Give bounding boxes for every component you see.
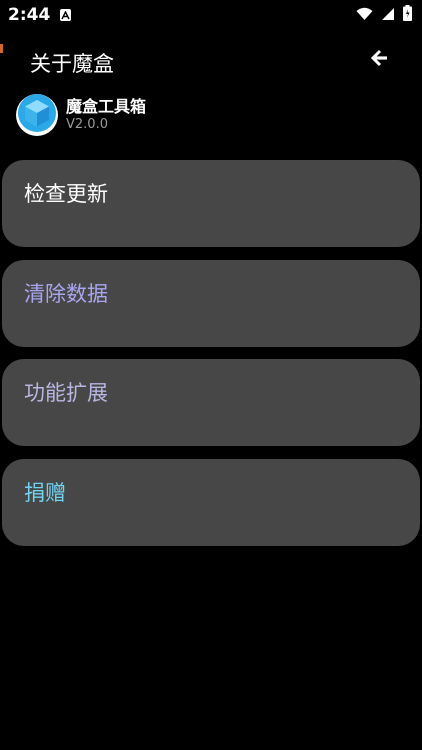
menu-item-label: 捐赠 — [24, 481, 66, 505]
signal-icon — [381, 6, 395, 25]
back-button[interactable] — [368, 48, 392, 72]
page-title: 关于魔盒 — [30, 52, 114, 76]
app-info: 魔盒工具箱 V2.0.0 — [16, 94, 146, 136]
app-name: 魔盒工具箱 — [66, 97, 147, 116]
status-right — [356, 5, 412, 25]
screen: 2:44 关于魔盒 魔盒工具箱 V2.0.0 检查更新 清除数据 功能扩展 捐赠 — [0, 0, 422, 750]
menu-item-label: 清除数据 — [24, 282, 108, 306]
arrow-left-icon — [370, 49, 389, 71]
feature-extension-button[interactable]: 功能扩展 — [2, 359, 420, 446]
check-update-button[interactable]: 检查更新 — [2, 160, 420, 247]
status-left: 2:44 — [8, 5, 72, 25]
notification-a-icon — [60, 9, 72, 21]
wifi-icon — [356, 6, 373, 25]
status-bar: 2:44 — [0, 0, 422, 30]
battery-icon — [403, 5, 412, 25]
donate-button[interactable]: 捐赠 — [2, 459, 420, 546]
status-time: 2:44 — [8, 5, 51, 25]
clear-data-button[interactable]: 清除数据 — [2, 260, 420, 347]
app-version: V2.0.0 — [66, 117, 108, 132]
app-bar: 关于魔盒 — [0, 40, 422, 80]
cube-logo-icon — [17, 93, 57, 137]
menu-item-label: 检查更新 — [24, 182, 108, 206]
menu-item-label: 功能扩展 — [24, 381, 108, 405]
app-logo — [16, 94, 58, 136]
app-text: 魔盒工具箱 V2.0.0 — [66, 97, 146, 133]
